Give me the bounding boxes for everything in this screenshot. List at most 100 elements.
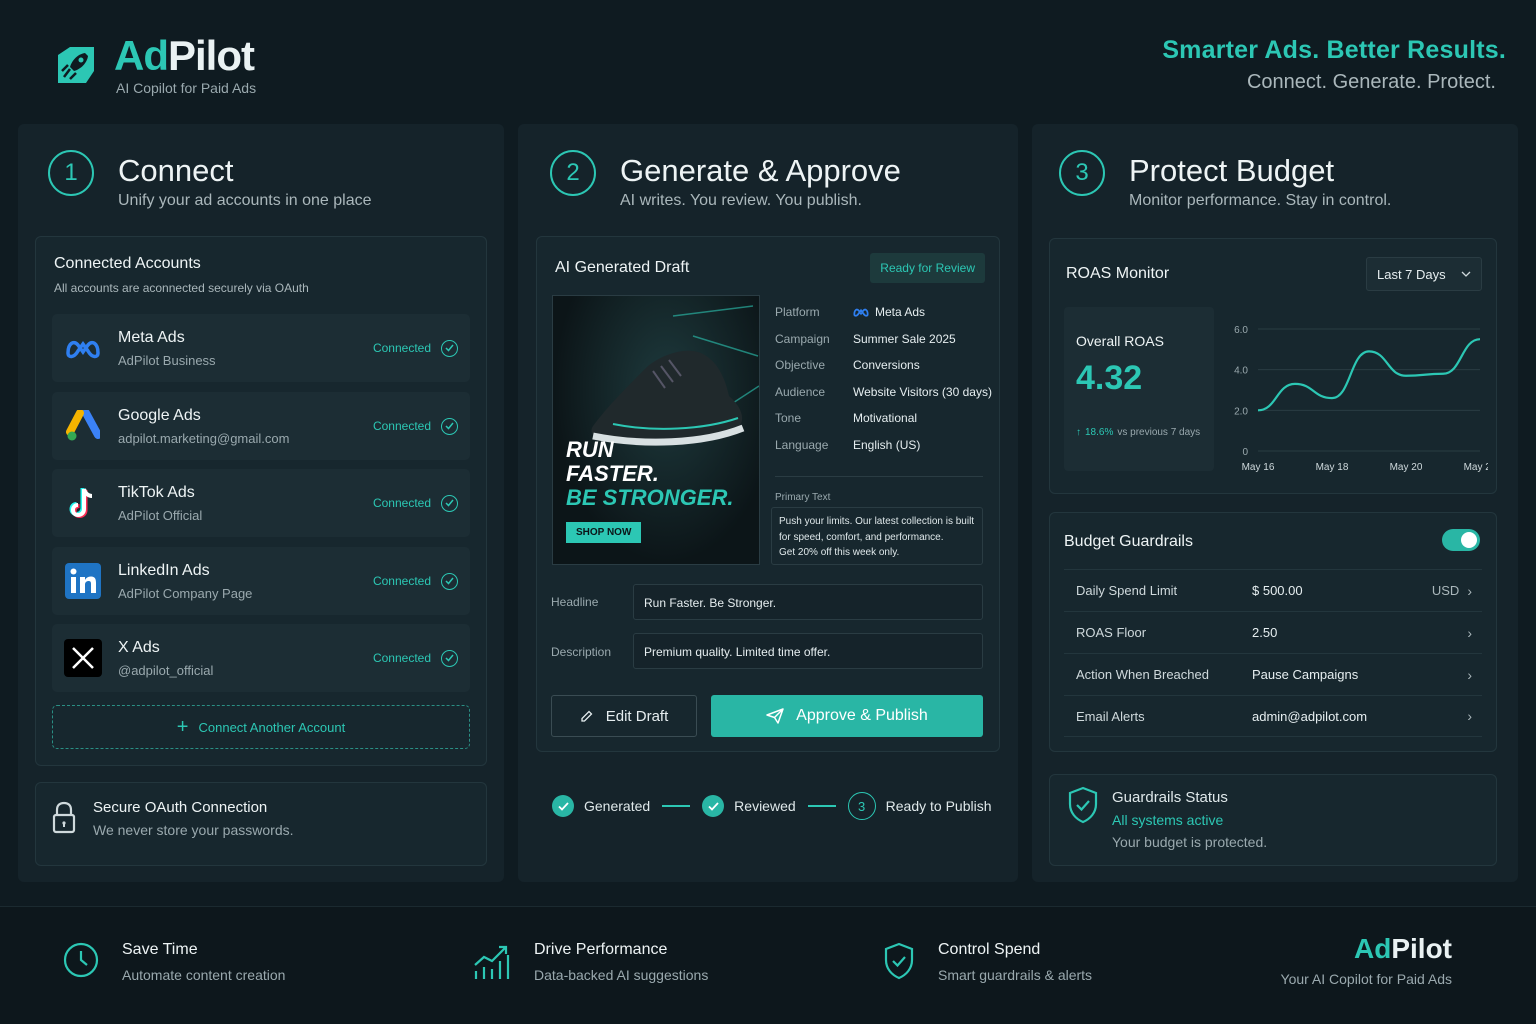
- approve-publish-button[interactable]: Approve & Publish: [711, 695, 983, 737]
- footer-brand-a: Ad: [1354, 933, 1392, 964]
- select-value: Last 7 Days: [1377, 266, 1446, 282]
- feature-control-spend: Control Spend Smart guardrails & alerts: [882, 941, 1092, 983]
- roas-monitor-card: ROAS Monitor Last 7 Days Overall ROAS 4.…: [1049, 238, 1497, 494]
- feature-save-time: Save Time Automate content creation: [62, 941, 285, 983]
- account-name: LinkedIn Ads: [118, 561, 210, 579]
- headline-field[interactable]: Run Faster. Be Stronger.: [633, 584, 983, 620]
- check-circle-icon: [441, 649, 458, 667]
- feature-drive-performance: Drive Performance Data-backed AI suggesti…: [472, 941, 708, 983]
- meta-key: Platform: [775, 305, 820, 319]
- button-label: Edit Draft: [605, 707, 669, 725]
- generate-panel: 2 Generate & Approve AI writes. You revi…: [518, 124, 1018, 882]
- footer-brand-b: Pilot: [1391, 933, 1452, 964]
- connect-another-account-button[interactable]: + Connect Another Account: [52, 705, 470, 749]
- check-icon: [552, 795, 574, 817]
- guardrail-row[interactable]: Daily Spend Limit $ 500.00 USD ›: [1064, 569, 1482, 611]
- shield-check-icon: [1068, 786, 1098, 824]
- google-ads-icon: [64, 407, 102, 445]
- ai-draft-card: AI Generated Draft Ready for Review RUN …: [536, 236, 1000, 752]
- guardrail-row[interactable]: Action When Breached Pause Campaigns ›: [1064, 653, 1482, 695]
- account-name: TikTok Ads: [118, 483, 195, 501]
- plus-icon: +: [176, 716, 189, 738]
- ad-headline-line: RUN: [566, 437, 614, 462]
- chevron-right-icon: ›: [1467, 708, 1472, 724]
- overall-roas-label: Overall ROAS: [1076, 333, 1164, 349]
- primary-text-line: Push your limits. Our latest collection …: [779, 516, 975, 527]
- check-circle-icon: [441, 339, 458, 357]
- growth-chart-icon: [474, 945, 510, 979]
- y-tick-label: 4.0: [1234, 366, 1248, 377]
- tagline-secondary: Connect. Generate. Protect.: [1246, 71, 1496, 93]
- card-title: Budget Guardrails: [1064, 533, 1193, 550]
- step-number: 1: [48, 150, 94, 196]
- row-unit: USD: [1431, 583, 1460, 598]
- tagline-primary: Smarter Ads. Better Results.: [1162, 36, 1506, 64]
- edit-icon: [581, 710, 593, 722]
- guardrails-status-card: Guardrails Status All systems active You…: [1049, 774, 1497, 866]
- button-label: Connect Another Account: [198, 719, 346, 735]
- lock-icon: [52, 801, 76, 834]
- step-subtitle: Monitor performance. Stay in control.: [1129, 192, 1392, 209]
- secure-title: Secure OAuth Connection: [93, 799, 268, 816]
- edit-draft-button[interactable]: Edit Draft: [551, 695, 697, 737]
- guardrail-row[interactable]: Email Alerts admin@adpilot.com ›: [1064, 695, 1482, 737]
- review-status-badge: Ready for Review: [870, 253, 985, 283]
- meta-key: Language: [775, 438, 829, 452]
- linkedin-icon: [64, 562, 102, 600]
- y-tick-label: 2.0: [1234, 406, 1248, 417]
- account-row[interactable]: Google Ads adpilot.marketing@gmail.com Co…: [52, 392, 470, 460]
- meta-value: Motivational: [853, 411, 918, 425]
- x-icon: [64, 639, 102, 677]
- ad-headline-line: BE STRONGER.: [566, 485, 734, 510]
- meta-value: Conversions: [853, 358, 920, 372]
- row-key: Email Alerts: [1076, 708, 1145, 724]
- account-row[interactable]: LinkedIn Ads AdPilot Company Page Connect…: [52, 547, 470, 615]
- card-subtitle: All accounts are aconnected securely via…: [54, 281, 309, 295]
- status-active: All systems active: [1112, 812, 1224, 828]
- protect-panel: 3 Protect Budget Monitor performance. St…: [1032, 124, 1518, 882]
- overall-roas-value: 4.32: [1076, 359, 1143, 397]
- meta-key: Campaign: [775, 332, 830, 346]
- step-title: Protect Budget: [1129, 153, 1335, 188]
- row-key: ROAS Floor: [1076, 625, 1147, 640]
- primary-text-field[interactable]: Push your limits. Our latest collection …: [771, 507, 983, 565]
- rocket-logo-icon: [58, 47, 94, 83]
- feature-subtitle: Data-backed AI suggestions: [534, 967, 709, 983]
- feature-subtitle: Smart guardrails & alerts: [938, 967, 1093, 983]
- chevron-down-icon: [1461, 271, 1471, 277]
- status-badge: Connected: [372, 419, 431, 433]
- feature-title: Control Spend: [938, 941, 1041, 958]
- shield-check-icon: [884, 942, 914, 980]
- guardrail-row[interactable]: ROAS Floor 2.50 ›: [1064, 611, 1482, 653]
- progress-step: Generated: [584, 798, 651, 814]
- row-value: admin@adpilot.com: [1252, 708, 1368, 724]
- account-name: X Ads: [118, 638, 160, 656]
- progress-connector: [807, 805, 836, 807]
- arrow-up-icon: ↑: [1076, 427, 1081, 438]
- card-title: AI Generated Draft: [555, 259, 690, 276]
- description-field[interactable]: Premium quality. Limited time offer.: [633, 633, 983, 669]
- connect-panel: 1 Connect Unify your ad accounts in one …: [18, 124, 504, 882]
- account-detail: AdPilot Business: [118, 352, 216, 368]
- platform-value: Meta Ads: [875, 305, 926, 319]
- meta-value: Summer Sale 2025: [853, 332, 956, 346]
- row-value: $ 500.00: [1252, 583, 1303, 598]
- ad-creative-image: RUN FASTER. BE STRONGER. SHOP NOW: [552, 295, 760, 565]
- account-row[interactable]: TikTok Ads AdPilot Official Connected: [52, 469, 470, 537]
- headline-label: Headline: [551, 595, 599, 609]
- feature-subtitle: Automate content creation: [122, 967, 286, 983]
- primary-text-line: for speed, comfort, and performance.: [779, 531, 944, 543]
- brand-subtitle: AI Copilot for Paid Ads: [116, 80, 257, 96]
- step-title: Generate & Approve: [620, 153, 901, 188]
- date-range-select[interactable]: Last 7 Days: [1366, 257, 1482, 291]
- roas-series-line: [1257, 338, 1481, 412]
- step-number: 2: [550, 150, 596, 196]
- guardrails-toggle[interactable]: [1442, 529, 1480, 551]
- send-icon: [766, 708, 784, 724]
- feature-title: Drive Performance: [534, 941, 668, 958]
- button-label: Approve & Publish: [796, 707, 928, 724]
- status-badge: Connected: [372, 496, 431, 510]
- account-row[interactable]: X Ads @adpilot_official Connected: [52, 624, 470, 692]
- overall-roas-box: Overall ROAS 4.32 ↑ 18.6% vs previous 7 …: [1064, 307, 1214, 471]
- account-row[interactable]: Meta Ads AdPilot Business Connected: [52, 314, 470, 382]
